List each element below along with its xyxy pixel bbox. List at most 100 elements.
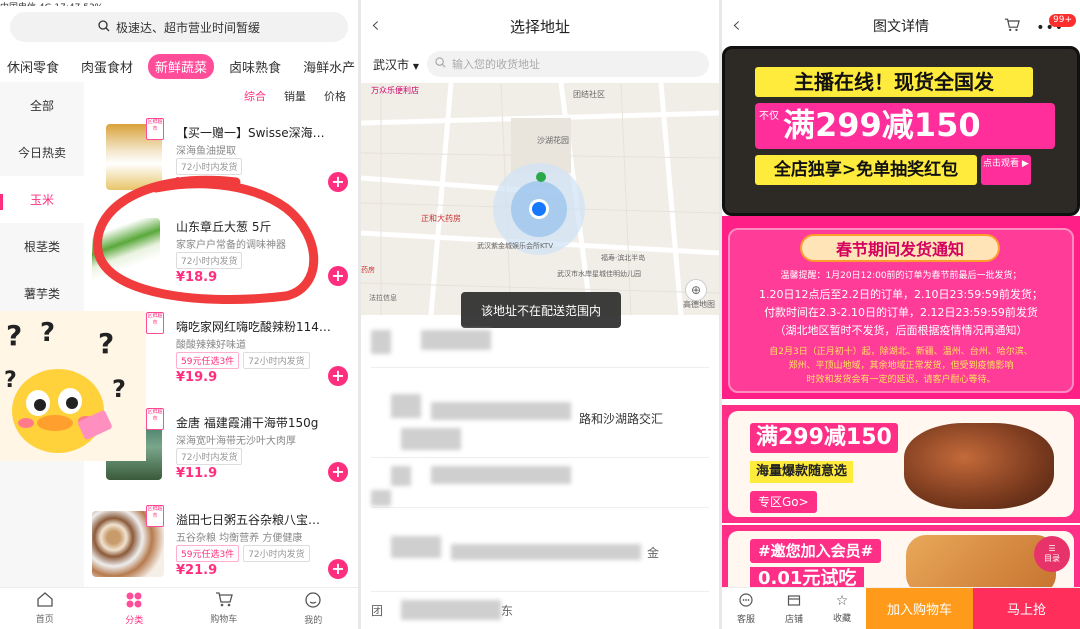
buy-now-button[interactable]: 马上抢 bbox=[973, 588, 1080, 629]
promo-banner[interactable]: 满299减150 海量爆款随意选 专区Go> bbox=[722, 405, 1080, 523]
chevron-down-icon: ▼ bbox=[412, 61, 419, 71]
watch-button[interactable]: 点击观看 ▶ bbox=[981, 155, 1031, 185]
bottom-action-bar: 客服 店铺 ☆ 收藏 加入购物车 马上抢 bbox=[722, 587, 1080, 629]
search-icon bbox=[435, 57, 446, 71]
sidebar-item[interactable]: 今日热卖 bbox=[0, 129, 84, 176]
city-select[interactable]: 武汉市 ▼ bbox=[373, 56, 419, 73]
status-bar: 中国电信 4G 17:47 53% bbox=[0, 0, 358, 6]
product-title: 嗨吃家网红嗨吃酸辣粉114… bbox=[176, 320, 331, 334]
add-to-cart-button[interactable]: + bbox=[328, 266, 348, 286]
meme-sticker: ? ? ? ? ? bbox=[0, 311, 146, 461]
address-item[interactable]: 路和沙湖路交汇 bbox=[371, 388, 709, 458]
store-button[interactable]: 店铺 bbox=[770, 588, 818, 629]
sidebar-item[interactable]: 全部 bbox=[0, 82, 84, 129]
sort-bar: 综合 销量 价格 bbox=[84, 88, 358, 112]
add-to-cart-button[interactable]: + bbox=[328, 172, 348, 192]
address-item[interactable] bbox=[371, 320, 709, 368]
catalog-button[interactable]: ☰ 目录 bbox=[1034, 536, 1070, 572]
sidebar-item-active[interactable]: 玉米 bbox=[0, 176, 84, 223]
store-tag: 区鲜超市 bbox=[146, 312, 164, 334]
svg-text:?: ? bbox=[98, 327, 114, 360]
category-icon bbox=[126, 592, 142, 611]
add-to-cart-button[interactable]: + bbox=[328, 366, 348, 386]
product-title: 溢田七日粥五谷杂粮八宝… bbox=[176, 513, 321, 527]
nav-bar: ‹ 图文详情 ••• 99+ bbox=[722, 8, 1080, 44]
add-to-cart-button[interactable]: + bbox=[328, 462, 348, 482]
map-view[interactable]: 万众乐便利店 团结社区 沙湖花园 正和大药房 武汉紫金城娱乐会所KTV 福寿·滨… bbox=[361, 83, 719, 315]
search-icon bbox=[98, 19, 110, 35]
store-tag: 区鲜超市 bbox=[146, 408, 164, 430]
product-item[interactable]: 区鲜超市 溢田七日粥五谷杂粮八宝… 五谷杂粮 均衡营养 方便健康 59元任选3件… bbox=[92, 505, 352, 600]
store-icon bbox=[787, 593, 801, 610]
page-title: 图文详情 bbox=[873, 19, 929, 35]
search-bar[interactable]: 极速达、超市营业时间暂缓 bbox=[10, 12, 348, 42]
product-price: ¥19.9 bbox=[176, 370, 218, 385]
product-desc: 酸酸辣辣好味道 bbox=[176, 340, 246, 351]
member-banner[interactable]: #邀您加入会员# 0.01元试吃 bbox=[722, 525, 1080, 589]
play-icon: ▶ bbox=[1021, 159, 1029, 169]
notice-title: 春节期间发货通知 bbox=[800, 234, 1000, 262]
product-desc: 深海宽叶海带无沙叶大肉厚 bbox=[176, 436, 296, 447]
cart-icon[interactable] bbox=[1004, 18, 1020, 36]
nav-bar: ‹ 选择地址 bbox=[361, 8, 719, 44]
svg-text:?: ? bbox=[6, 319, 22, 352]
zone-go-button[interactable]: 专区Go> bbox=[750, 491, 817, 513]
store-tag: 区鲜超市 bbox=[146, 118, 164, 140]
back-icon[interactable]: ‹ bbox=[732, 13, 741, 38]
product-desc: 五谷杂粮 均衡营养 方便健康 bbox=[176, 533, 303, 544]
detail-screen: ‹ 图文详情 ••• 99+ 主播在线！现货全国发 不仅 满299减150 全店… bbox=[722, 0, 1080, 629]
sort-option[interactable]: 价格 bbox=[324, 88, 346, 112]
address-item[interactable]: 团 东 bbox=[371, 596, 711, 626]
customer-service-button[interactable]: 客服 bbox=[722, 588, 770, 629]
category-screen: 中国电信 4G 17:47 53% 极速达、超市营业时间暂缓 休闲零食 肉蛋食材… bbox=[0, 0, 358, 629]
category-tab-active[interactable]: 新鲜蔬菜 bbox=[148, 53, 215, 79]
category-tab[interactable]: 卤味熟食 bbox=[222, 54, 288, 79]
add-to-cart-button[interactable]: 加入购物车 bbox=[866, 588, 973, 629]
live-banner[interactable]: 主播在线！现货全国发 不仅 满299减150 全店独享>免单抽奖红包 点击观看 … bbox=[722, 46, 1080, 216]
user-icon bbox=[305, 591, 321, 611]
product-chip: 72小时内发货 bbox=[243, 545, 310, 562]
star-icon: ☆ bbox=[835, 593, 849, 609]
category-tab[interactable]: 休闲零食 bbox=[0, 54, 66, 79]
tab-me[interactable]: 我的 bbox=[269, 588, 359, 629]
product-desc: 深海鱼油提取 bbox=[176, 146, 236, 157]
locate-icon[interactable]: ⊕ bbox=[685, 279, 707, 301]
cart-icon bbox=[215, 592, 233, 610]
back-icon[interactable]: ‹ bbox=[371, 13, 380, 38]
svg-text:?: ? bbox=[40, 318, 55, 348]
category-tab[interactable]: 海鲜水产 bbox=[296, 54, 358, 79]
address-item[interactable]: 金 bbox=[371, 530, 709, 592]
list-icon: ☰ bbox=[1048, 544, 1056, 553]
tab-category[interactable]: 分类 bbox=[90, 588, 180, 629]
discount-box: 不仅 满299减150 bbox=[755, 103, 1055, 149]
product-chip: 59元任选3件 bbox=[176, 545, 240, 562]
address-search-input[interactable]: 输入您的收货地址 bbox=[427, 51, 709, 77]
category-tabs: 休闲零食 肉蛋食材 新鲜蔬菜 卤味熟食 海鲜水产 bbox=[0, 52, 358, 80]
address-screen: ‹ 选择地址 武汉市 ▼ 输入您的收货地址 万众乐便利店 团结社区 沙湖花园 正… bbox=[361, 0, 719, 629]
bottom-tab-bar: 首页 分类 购物车 我的 bbox=[0, 587, 358, 629]
category-tab[interactable]: 肉蛋食材 bbox=[74, 54, 140, 79]
product-title: 【买一赠一】Swisse深海… bbox=[176, 126, 325, 140]
address-item[interactable] bbox=[371, 460, 709, 508]
product-price: ¥21.9 bbox=[176, 563, 218, 578]
product-chip: 59元任选3件 bbox=[176, 352, 240, 369]
store-tag: 区鲜超市 bbox=[146, 505, 164, 527]
product-price: ¥11.9 bbox=[176, 466, 218, 481]
sort-option[interactable]: 综合 bbox=[244, 88, 266, 112]
message-badge: 99+ bbox=[1049, 14, 1076, 27]
favorite-button[interactable]: ☆ 收藏 bbox=[818, 588, 866, 629]
search-text: 极速达、超市营业时间暂缓 bbox=[115, 20, 260, 35]
product-chip: 72小时内发货 bbox=[176, 448, 243, 465]
steak-image bbox=[904, 423, 1054, 509]
tab-home[interactable]: 首页 bbox=[0, 588, 90, 629]
page-title: 选择地址 bbox=[509, 17, 570, 36]
sidebar-item[interactable]: 薯芋类 bbox=[0, 270, 84, 317]
sort-option[interactable]: 销量 bbox=[284, 88, 306, 112]
add-to-cart-button[interactable]: + bbox=[328, 559, 348, 579]
sidebar-item[interactable]: 根茎类 bbox=[0, 223, 84, 270]
svg-text:?: ? bbox=[112, 375, 126, 403]
active-indicator bbox=[0, 194, 3, 210]
home-icon bbox=[37, 592, 53, 610]
tab-cart[interactable]: 购物车 bbox=[179, 588, 269, 629]
red-circle-annotation bbox=[93, 175, 319, 304]
